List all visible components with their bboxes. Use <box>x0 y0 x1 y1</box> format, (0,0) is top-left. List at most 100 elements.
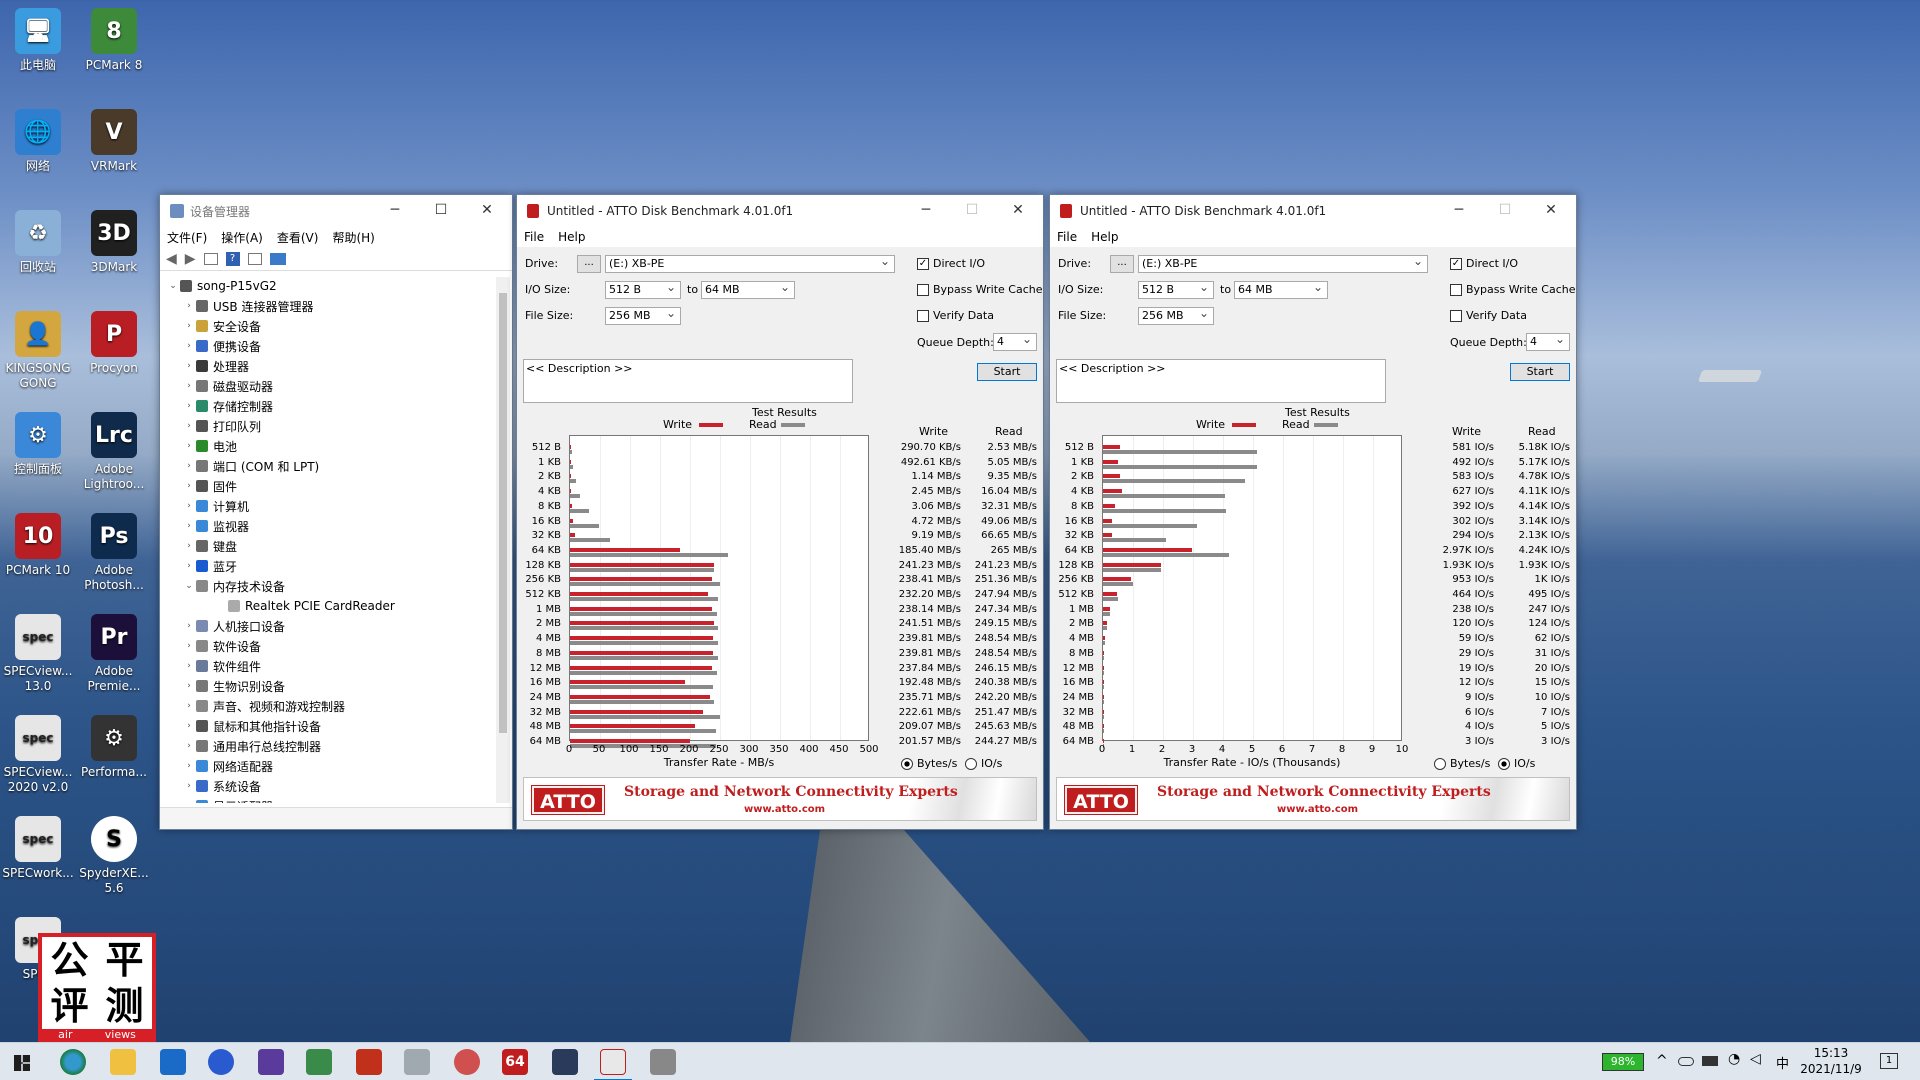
queue-depth-select[interactable]: 4 <box>1526 331 1570 351</box>
app-icon[interactable] <box>356 1049 382 1075</box>
tree-item[interactable]: › 计算机 <box>182 497 249 515</box>
tree-item[interactable]: › 磁盘驱动器 <box>182 377 273 395</box>
chevron-right-icon[interactable]: › <box>182 721 196 731</box>
chevron-right-icon[interactable]: › <box>182 301 196 311</box>
tray-chevron-icon[interactable]: ^ <box>1656 1053 1668 1069</box>
minimize-button[interactable]: ─ <box>1436 195 1482 225</box>
menu-help[interactable]: 帮助(H) <box>332 229 374 246</box>
tree-item[interactable]: › 蓝牙 <box>182 557 237 575</box>
chevron-right-icon[interactable]: › <box>182 361 196 371</box>
chevron-right-icon[interactable]: › <box>182 421 196 431</box>
desktop-icon[interactable]: 🖥 此电脑 <box>0 8 76 73</box>
start-button[interactable]: Start <box>1510 363 1570 381</box>
direct-io-checkbox[interactable]: ✓ Direct I/O <box>1450 257 1518 270</box>
tree-item[interactable]: › 打印队列 <box>182 417 261 435</box>
tree-item[interactable]: › 键盘 <box>182 537 237 555</box>
desktop-icon[interactable]: S SpyderXE... 5.6 <box>76 816 152 896</box>
tree-item[interactable]: › 声音、视频和游戏控制器 <box>182 697 345 715</box>
chevron-right-icon[interactable]: › <box>182 801 196 803</box>
tree-root[interactable]: ⌄ song-P15vG2 <box>166 277 276 295</box>
chevron-down-icon[interactable]: ⌄ <box>182 581 196 591</box>
chevron-right-icon[interactable]: › <box>182 381 196 391</box>
scroll-thumb[interactable] <box>499 293 507 733</box>
bypass-cache-checkbox-box[interactable] <box>917 283 929 296</box>
chevron-right-icon[interactable]: › <box>182 701 196 711</box>
desktop-icon[interactable]: Lrc Adobe Lightroo... <box>76 412 152 492</box>
file-size-select[interactable]: 256 MB <box>605 305 681 325</box>
chevron-right-icon[interactable]: › <box>182 461 196 471</box>
verify-data-checkbox-box[interactable] <box>1450 309 1462 322</box>
tree-item[interactable]: › 通用串行总线控制器 <box>182 737 321 755</box>
tree-item[interactable]: › 安全设备 <box>182 317 261 335</box>
tree-item[interactable]: › 显示适配器 <box>182 797 273 803</box>
maximize-button[interactable]: ☐ <box>949 195 995 225</box>
chevron-right-icon[interactable]: › <box>182 541 196 551</box>
tree-item[interactable]: › 网络适配器 <box>182 757 273 775</box>
desktop-icon[interactable]: ♻ 回收站 <box>0 210 76 275</box>
cpu-icon[interactable] <box>258 1049 284 1075</box>
chevron-right-icon[interactable]: › <box>182 341 196 351</box>
direct-io-checkbox[interactable]: ✓ Direct I/O <box>917 257 985 270</box>
atto-banner[interactable]: ATTO Storage and Network Connectivity Exp… <box>1056 777 1570 821</box>
tree-item[interactable]: › 端口 (COM 和 LPT) <box>182 457 319 475</box>
tree-item[interactable]: › 存储控制器 <box>182 397 273 415</box>
properties-icon[interactable] <box>203 252 218 265</box>
forward-icon[interactable]: ▶ <box>185 251 196 267</box>
desktop-icon[interactable]: Ps Adobe Photosh... <box>76 513 152 593</box>
desktop-icon[interactable]: Pr Adobe Premie... <box>76 614 152 694</box>
maximize-button[interactable]: ☐ <box>418 195 464 225</box>
menu-file[interactable]: 文件(F) <box>167 229 207 246</box>
menu-action[interactable]: 操作(A) <box>221 229 263 246</box>
drive-browse-button[interactable]: ... <box>1110 255 1134 273</box>
chevron-right-icon[interactable]: › <box>182 641 196 651</box>
mail-icon[interactable] <box>160 1049 186 1075</box>
menu-help[interactable]: Help <box>558 230 585 244</box>
ime-indicator[interactable]: 中 <box>1776 1053 1789 1072</box>
bytes-radio[interactable]: Bytes/s <box>1434 757 1490 770</box>
chevron-right-icon[interactable]: › <box>182 321 196 331</box>
io-radio-dot[interactable] <box>965 757 977 770</box>
bytes-radio-dot[interactable] <box>1434 757 1446 770</box>
chevron-right-icon[interactable]: › <box>182 441 196 451</box>
bypass-cache-checkbox[interactable]: Bypass Write Cache <box>1450 283 1575 296</box>
browser-icon[interactable] <box>208 1049 234 1075</box>
menu-file[interactable]: File <box>524 230 544 244</box>
chevron-right-icon[interactable]: › <box>182 761 196 771</box>
chevron-right-icon[interactable]: › <box>182 561 196 571</box>
minimize-button[interactable]: ─ <box>372 195 418 225</box>
verify-data-checkbox[interactable]: Verify Data <box>1450 309 1527 322</box>
tree-item[interactable]: › 鼠标和其他指针设备 <box>182 717 321 735</box>
maximize-button[interactable]: ☐ <box>1482 195 1528 225</box>
start-button[interactable]: Start <box>977 363 1037 381</box>
desktop-icon[interactable]: P Procyon <box>76 311 152 376</box>
atto-taskbar-icon[interactable] <box>600 1049 626 1075</box>
description-field[interactable]: << Description >> <box>1056 359 1386 403</box>
chevron-right-icon[interactable]: › <box>182 501 196 511</box>
crystal-icon[interactable] <box>454 1049 480 1075</box>
tree-child-item[interactable]: Realtek PCIE CardReader <box>214 597 395 615</box>
edge-icon[interactable] <box>60 1049 86 1075</box>
desktop-icon[interactable]: ⚙ 控制面板 <box>0 412 76 477</box>
chevron-right-icon[interactable]: › <box>182 481 196 491</box>
desktop-icon[interactable]: 👤 KINGSONG GONG <box>0 311 76 391</box>
battery-icon[interactable]: 98% <box>1602 1053 1644 1071</box>
desktop-icon[interactable]: ⚙ Performa... <box>76 715 152 780</box>
desktop-icon[interactable]: 8 PCMark 8 <box>76 8 152 73</box>
io-size-to-select[interactable]: 64 MB <box>701 279 795 299</box>
minimize-button[interactable]: ─ <box>903 195 949 225</box>
menu-file[interactable]: File <box>1057 230 1077 244</box>
wifi-icon[interactable]: ◔ <box>1728 1051 1740 1067</box>
desktop-icon[interactable]: 3D 3DMark <box>76 210 152 275</box>
cloud-icon[interactable] <box>1678 1057 1694 1066</box>
queue-depth-select[interactable]: 4 <box>993 331 1037 351</box>
aida64-icon[interactable]: 64 <box>502 1049 528 1075</box>
notification-icon[interactable]: 1 <box>1880 1053 1898 1069</box>
io-radio[interactable]: IO/s <box>1498 757 1535 770</box>
gpu-icon[interactable] <box>306 1049 332 1075</box>
io-size-from-select[interactable]: 512 B <box>1138 279 1214 299</box>
tree-item[interactable]: › 软件组件 <box>182 657 261 675</box>
tree-item[interactable]: ⌄ 内存技术设备 <box>182 577 285 595</box>
bytes-radio-dot[interactable] <box>901 757 913 770</box>
desktop-icon[interactable]: 🌐 网络 <box>0 109 76 174</box>
file-size-select[interactable]: 256 MB <box>1138 305 1214 325</box>
